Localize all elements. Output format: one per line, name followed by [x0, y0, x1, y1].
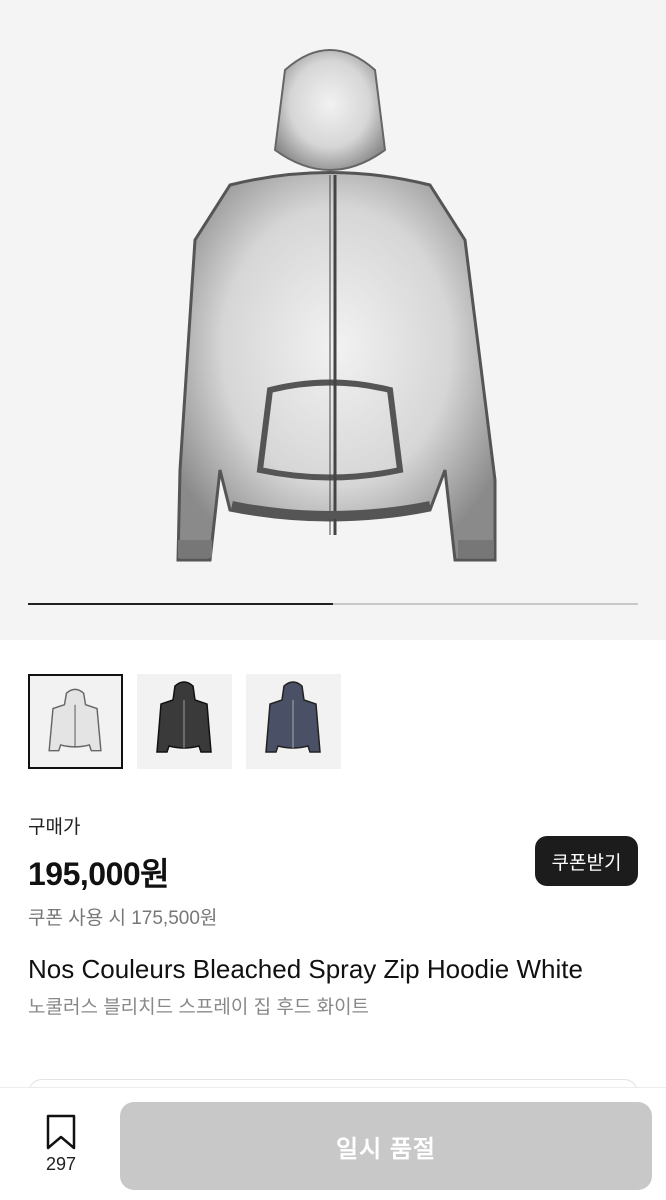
gallery-progress: [28, 603, 638, 605]
coupon-button[interactable]: 쿠폰받기: [535, 836, 638, 886]
product-title-en: Nos Couleurs Bleached Spray Zip Hoodie W…: [28, 954, 583, 984]
wish-count: 297: [45, 1154, 77, 1174]
price-label: 구매가: [28, 817, 81, 838]
product-title-ko: 노쿨러스 블리치드 스프레이 집 후드 화이트: [28, 997, 370, 1018]
bookmark-icon: [46, 1114, 76, 1150]
product-image: [176, 49, 497, 562]
wish-button[interactable]: 297: [34, 1114, 88, 1175]
product-image-gallery[interactable]: [0, 0, 666, 640]
thumbnail-strip: [28, 674, 341, 769]
coupon-price: 쿠폰 사용 시 175,500원: [28, 908, 218, 929]
gallery-progress-fill: [28, 603, 333, 605]
thumbnail-navy[interactable]: [246, 674, 341, 769]
thumbnail-white[interactable]: [28, 674, 123, 769]
product-title-section: Nos Couleurs Bleached Spray Zip Hoodie W…: [28, 952, 638, 1019]
thumbnail-black[interactable]: [137, 674, 232, 769]
soldout-button[interactable]: 일시 품절: [120, 1102, 652, 1190]
